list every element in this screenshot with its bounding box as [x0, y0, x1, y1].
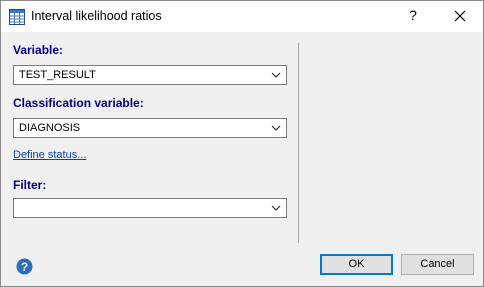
dialog-window: Interval likelihood ratios ? Variable: T…: [0, 0, 484, 287]
chevron-down-icon: [271, 72, 281, 78]
filter-combobox[interactable]: [13, 198, 287, 218]
chevron-down-icon: [271, 205, 281, 211]
close-icon[interactable]: [453, 9, 467, 23]
cancel-button[interactable]: Cancel: [401, 254, 474, 275]
variable-label: Variable:: [13, 43, 64, 57]
table-grid-icon: [9, 9, 25, 25]
ok-button[interactable]: OK: [320, 254, 393, 275]
title-bar: Interval likelihood ratios ?: [1, 1, 483, 32]
vertical-divider: [298, 43, 299, 243]
svg-text:?: ?: [21, 260, 28, 274]
window-title: Interval likelihood ratios: [31, 9, 162, 23]
classification-variable-label: Classification variable:: [13, 96, 144, 110]
filter-label: Filter:: [13, 178, 47, 192]
classification-variable-value: DIAGNOSIS: [19, 122, 81, 134]
variable-combobox[interactable]: TEST_RESULT: [13, 65, 287, 85]
variable-value: TEST_RESULT: [19, 69, 96, 81]
define-status-link[interactable]: Define status...: [13, 149, 86, 161]
classification-variable-combobox[interactable]: DIAGNOSIS: [13, 118, 287, 138]
chevron-down-icon: [271, 125, 281, 131]
title-help-button[interactable]: ?: [406, 7, 420, 23]
help-circle-icon[interactable]: ?: [16, 258, 33, 275]
